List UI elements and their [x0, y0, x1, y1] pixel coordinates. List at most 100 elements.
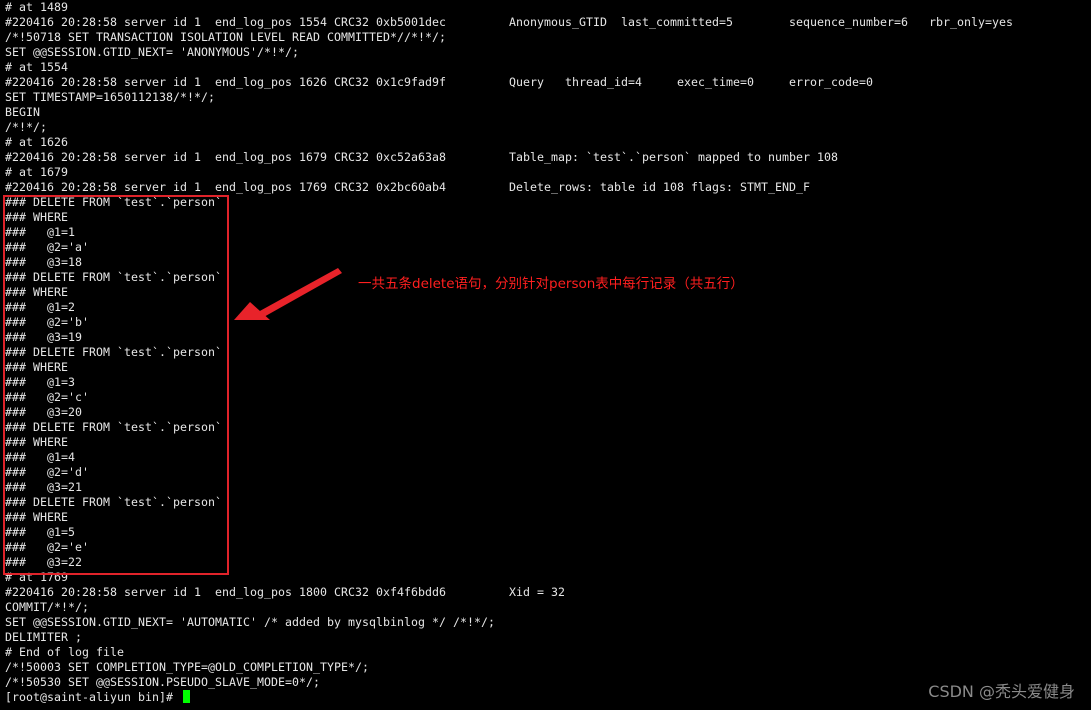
terminal-line-segment: ### DELETE FROM `test`.`person`	[5, 345, 223, 359]
terminal-line-segment: SET TIMESTAMP=1650112138/*!*/;	[5, 90, 216, 104]
terminal-line: ### WHERE	[5, 435, 1091, 450]
annotation-text: 一共五条delete语句，分别针对person表中每行记录（共五行）	[358, 276, 744, 292]
terminal-line-segment: ### WHERE	[5, 510, 69, 524]
terminal-line-segment: ### WHERE	[5, 285, 69, 299]
terminal-line-segment: # at 1626	[5, 135, 69, 149]
terminal-line: ### @1=4	[5, 450, 1091, 465]
terminal-line-segment: ### @1=5	[5, 525, 76, 539]
terminal-line: ### DELETE FROM `test`.`person`	[5, 495, 1091, 510]
terminal-line-segment: ### DELETE FROM `test`.`person`	[5, 270, 223, 284]
terminal-line-segment: SET @@SESSION.GTID_NEXT= 'ANONYMOUS'/*!*…	[5, 45, 300, 59]
terminal-line-segment: ### DELETE FROM `test`.`person`	[5, 420, 223, 434]
terminal-line: /*!*/;	[5, 120, 1091, 135]
terminal-line: ### WHERE	[5, 210, 1091, 225]
terminal-line: ### @2='e'	[5, 540, 1091, 555]
shell-prompt: [root@saint-aliyun bin]#	[5, 690, 191, 705]
terminal-line: ### @2='d'	[5, 465, 1091, 480]
terminal-line: # at 1489	[5, 0, 1091, 15]
terminal-line-segment: ### DELETE FROM `test`.`person`	[5, 495, 223, 509]
terminal-line: # at 1679	[5, 165, 1091, 180]
terminal-output[interactable]: # at 1489 #220416 20:28:58 server id 1 en…	[5, 0, 1091, 705]
terminal-line: ### @1=3	[5, 375, 1091, 390]
terminal-line: ### WHERE	[5, 510, 1091, 525]
terminal-cursor	[183, 690, 191, 703]
terminal-line-segment: Table_map: `test`.`person` mapped to num…	[509, 150, 839, 164]
terminal-line-segment: #220416 20:28:58 server id 1 end_log_pos…	[5, 150, 447, 164]
terminal-line: #220416 20:28:58 server id 1 end_log_pos…	[5, 585, 1091, 600]
terminal-line-segment: ### DELETE FROM `test`.`person`	[5, 195, 223, 209]
terminal-line-segment: Query	[509, 75, 545, 89]
terminal-line: /*!50003 SET COMPLETION_TYPE=@OLD_COMPLE…	[5, 660, 1091, 675]
terminal-line-segment: error_code=0	[789, 75, 874, 89]
terminal-line: ### @3=19	[5, 330, 1091, 345]
terminal-line-segment: /*!50003 SET COMPLETION_TYPE=@OLD_COMPLE…	[5, 660, 370, 674]
terminal-line-segment: # at 1554	[5, 60, 69, 74]
terminal-line-segment: sequence_number=6	[789, 15, 909, 29]
csdn-watermark: CSDN @秃头爱健身	[928, 682, 1075, 701]
terminal-line-segment: ### @3=22	[5, 555, 83, 569]
shell-prompt-text: [root@saint-aliyun bin]#	[5, 690, 181, 704]
terminal-line: #220416 20:28:58 server id 1 end_log_pos…	[5, 180, 1091, 195]
terminal-line: ### @3=20	[5, 405, 1091, 420]
terminal-line: /*!50718 SET TRANSACTION ISOLATION LEVEL…	[5, 30, 1091, 45]
terminal-line: ### @2='a'	[5, 240, 1091, 255]
terminal-line: ### @1=1	[5, 225, 1091, 240]
terminal-line: #220416 20:28:58 server id 1 end_log_pos…	[5, 15, 1091, 30]
terminal-line-segment: ### @3=21	[5, 480, 83, 494]
terminal-line-segment: BEGIN	[5, 105, 41, 119]
terminal-line-segment: # at 1769	[5, 570, 69, 584]
terminal-line: ### @1=5	[5, 525, 1091, 540]
terminal-line-segment: ### @1=2	[5, 300, 76, 314]
terminal-line: # at 1626	[5, 135, 1091, 150]
terminal-line: # at 1769	[5, 570, 1091, 585]
terminal-line-segment: /*!50530 SET @@SESSION.PSEUDO_SLAVE_MODE…	[5, 675, 321, 689]
terminal-line: SET @@SESSION.GTID_NEXT= 'ANONYMOUS'/*!*…	[5, 45, 1091, 60]
terminal-line-segment: # at 1679	[5, 165, 69, 179]
terminal-line-segment: SET @@SESSION.GTID_NEXT= 'AUTOMATIC' /* …	[5, 615, 496, 629]
terminal-line-segment: exec_time=0	[677, 75, 755, 89]
terminal-line-segment: ### @1=1	[5, 225, 76, 239]
terminal-line: BEGIN	[5, 105, 1091, 120]
terminal-line: ### @1=2	[5, 300, 1091, 315]
terminal-line-segment: /*!50718 SET TRANSACTION ISOLATION LEVEL…	[5, 30, 447, 44]
terminal-line-segment: Xid = 32	[509, 585, 566, 599]
terminal-line-segment: ### @3=19	[5, 330, 83, 344]
terminal-line: SET @@SESSION.GTID_NEXT= 'AUTOMATIC' /* …	[5, 615, 1091, 630]
terminal-line: ### @3=22	[5, 555, 1091, 570]
terminal-line-segment: ### @1=3	[5, 375, 76, 389]
terminal-line-segment: Delete_rows: table id 108 flags: STMT_EN…	[509, 180, 811, 194]
terminal-line-segment: # End of log file	[5, 645, 125, 659]
terminal-line-segment: #220416 20:28:58 server id 1 end_log_pos…	[5, 75, 447, 89]
terminal-line-segment: ### WHERE	[5, 360, 69, 374]
terminal-line-segment: ### @3=18	[5, 255, 83, 269]
terminal-line: ### @3=18	[5, 255, 1091, 270]
terminal-line-segment: COMMIT/*!*/;	[5, 600, 90, 614]
terminal-line-segment: ### @3=20	[5, 405, 83, 419]
terminal-line: DELIMITER ;	[5, 630, 1091, 645]
terminal-line-segment: DELIMITER ;	[5, 630, 83, 644]
terminal-line: #220416 20:28:58 server id 1 end_log_pos…	[5, 75, 1091, 90]
terminal-line-segment: #220416 20:28:58 server id 1 end_log_pos…	[5, 180, 447, 194]
terminal-line-segment: #220416 20:28:58 server id 1 end_log_pos…	[5, 15, 447, 29]
terminal-line-segment: # at 1489	[5, 0, 69, 14]
terminal-line-segment: ### @2='e'	[5, 540, 90, 554]
terminal-line-segment: ### @2='c'	[5, 390, 90, 404]
terminal-line: # End of log file	[5, 645, 1091, 660]
terminal-line-segment: ### @1=4	[5, 450, 76, 464]
terminal-line: ### DELETE FROM `test`.`person`	[5, 195, 1091, 210]
terminal-line-segment: ### @2='d'	[5, 465, 90, 479]
terminal-line-segment: ### WHERE	[5, 210, 69, 224]
terminal-line-segment: #220416 20:28:58 server id 1 end_log_pos…	[5, 585, 447, 599]
terminal-line-segment: ### WHERE	[5, 435, 69, 449]
terminal-line-segment: thread_id=4	[565, 75, 643, 89]
terminal-line-segment: rbr_only=yes	[929, 15, 1014, 29]
terminal-line: ### @2='b'	[5, 315, 1091, 330]
terminal-line: #220416 20:28:58 server id 1 end_log_pos…	[5, 150, 1091, 165]
terminal-line-segment: ### @2='b'	[5, 315, 90, 329]
terminal-line: SET TIMESTAMP=1650112138/*!*/;	[5, 90, 1091, 105]
terminal-line-segment: Anonymous_GTID last_committed=5	[509, 15, 734, 29]
terminal-line-segment: ### @2='a'	[5, 240, 90, 254]
terminal-line: COMMIT/*!*/;	[5, 600, 1091, 615]
terminal-line: ### WHERE	[5, 360, 1091, 375]
terminal-line: ### @2='c'	[5, 390, 1091, 405]
